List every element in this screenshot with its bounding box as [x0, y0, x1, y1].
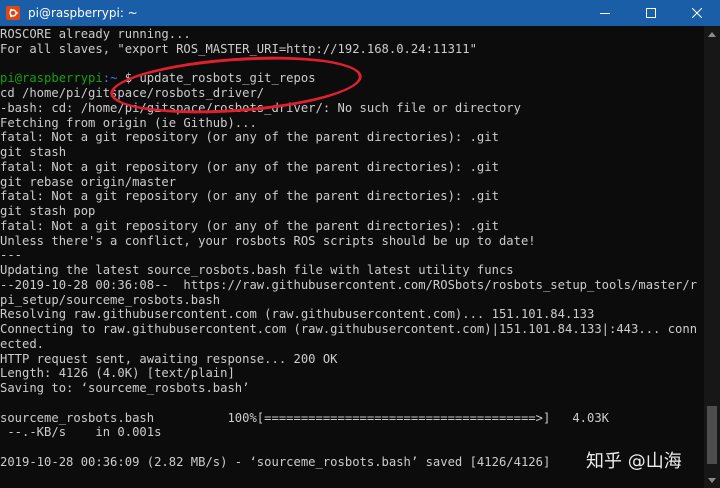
terminal-line: Unless there's a conflict, your rosbots … [0, 233, 536, 248]
scroll-thumb[interactable] [707, 406, 717, 464]
terminal-line: Length: 4126 (4.0K) [text/plain] [0, 366, 235, 381]
maximize-button[interactable] [628, 0, 674, 26]
window-controls [582, 0, 720, 26]
minimize-button[interactable] [582, 0, 628, 26]
terminal-line: --2019-10-28 00:36:08-- https://raw.gith… [0, 277, 698, 292]
terminal-line: -bash: cd: /home/pi/gitspace/rosbots_dri… [0, 100, 521, 115]
terminal-line: --- [0, 248, 23, 263]
output-after-prompt: cd /home/pi/gitspace/rosbots_driver/-bas… [0, 86, 704, 470]
terminal-line: ected. [0, 336, 45, 351]
terminal-line: fatal: Not a git repository (or any of t… [0, 218, 499, 233]
terminal-line: pi_setup/sourceme_rosbots.bash [0, 292, 221, 307]
maximize-icon [646, 8, 656, 18]
terminal-line: For all slaves, "export ROS_MASTER_URI=h… [0, 41, 477, 56]
terminal-line: sourceme_rosbots.bash 100%[=============… [0, 410, 610, 425]
output-before-prompt: ROSCORE already running... For all slaves… [0, 27, 704, 71]
terminal-line: Fetching from origin (ie Github)... [0, 115, 257, 130]
terminal-window: pi@raspberrypi: ~ ROSCORE already runnin… [0, 0, 720, 488]
scroll-down-arrow-icon[interactable] [704, 472, 720, 488]
terminal-line: fatal: Not a git repository (or any of t… [0, 159, 499, 174]
window-title: pi@raspberrypi: ~ [28, 6, 138, 20]
close-button[interactable] [674, 0, 720, 26]
watermark-text: 知乎 @山海 [586, 451, 682, 472]
terminal-line: Resolving raw.githubusercontent.com (raw… [0, 307, 595, 322]
terminal-line: git rebase origin/master [0, 174, 177, 189]
prompt-path: :~ [102, 71, 118, 86]
terminal-line: git stash [0, 145, 67, 159]
prompt-user-host: pi@raspberrypi [0, 71, 103, 86]
close-icon [692, 8, 702, 18]
terminal-line: fatal: Not a git repository (or any of t… [0, 130, 499, 145]
command-prompt-line: pi@raspberrypi:~ $ update_rosbots_git_re… [0, 71, 704, 86]
terminal-line: --.-KB/s in 0.001s [0, 425, 162, 440]
vertical-scrollbar[interactable] [704, 26, 720, 488]
terminal-output[interactable]: ROSCORE already running... For all slaves… [0, 27, 704, 488]
terminal-line: Saving to: ‘sourceme_rosbots.bash’ [0, 381, 250, 395]
terminal-line: fatal: Not a git repository (or any of t… [0, 189, 499, 204]
ubuntu-icon [6, 6, 20, 20]
minimize-icon [600, 13, 610, 14]
terminal-line: Updating the latest source_rosbots.bash … [0, 263, 514, 277]
prompt-symbol: $ [117, 71, 140, 86]
terminal-line: ROSCORE already running... [0, 27, 191, 41]
scroll-up-arrow-icon[interactable] [704, 26, 720, 42]
terminal-line: cd /home/pi/gitspace/rosbots_driver/ [0, 86, 265, 100]
terminal-line: Connecting to raw.githubusercontent.com … [0, 322, 698, 336]
title-bar[interactable]: pi@raspberrypi: ~ [0, 0, 720, 26]
terminal-line: HTTP request sent, awaiting response... … [0, 351, 338, 366]
terminal-line: git stash pop [0, 204, 96, 218]
command-text: update_rosbots_git_repos [139, 71, 316, 86]
